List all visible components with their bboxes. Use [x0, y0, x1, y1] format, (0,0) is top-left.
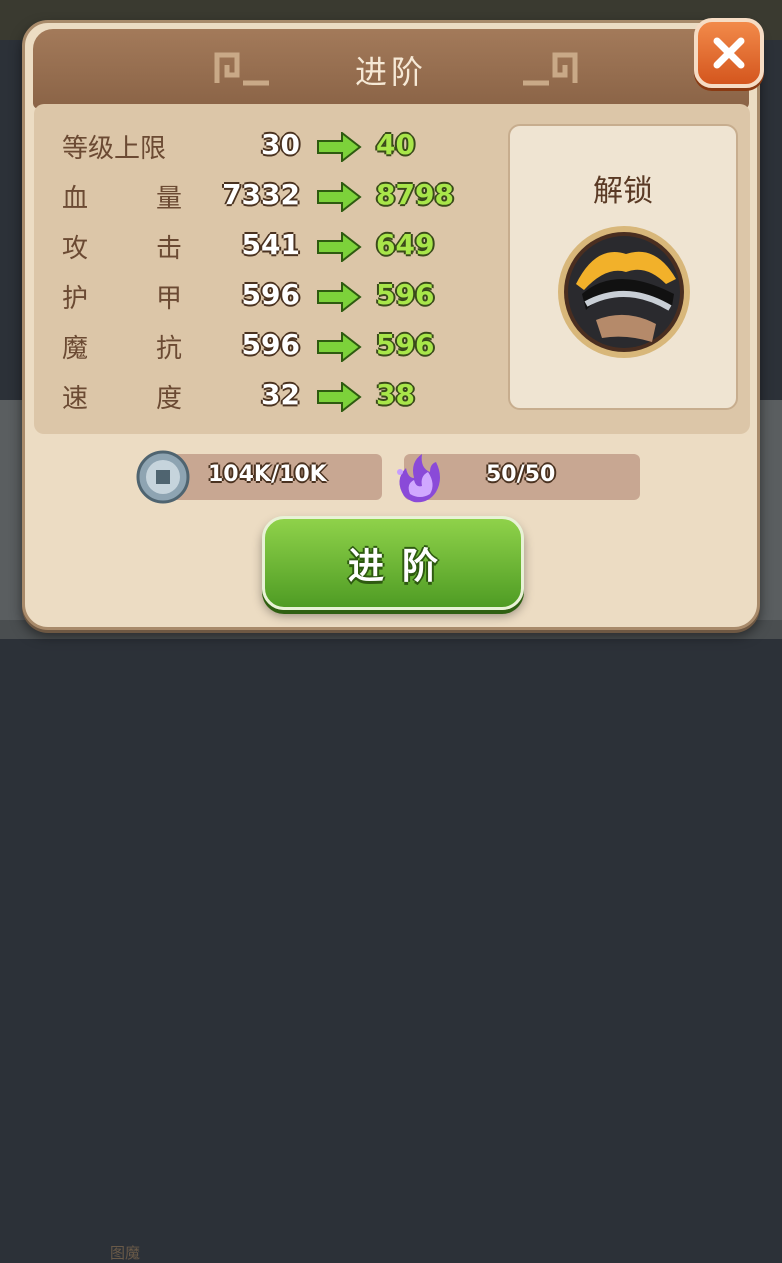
- stat-row: 血量 7332 8798: [34, 174, 484, 214]
- stat-label-text: 攻: [62, 234, 89, 264]
- stat-label: 魔抗: [62, 328, 182, 365]
- stat-row: 等级上限 30 40: [34, 124, 484, 164]
- stat-label-text: 抗: [155, 334, 182, 364]
- stat-label-text: 度: [155, 384, 182, 414]
- stat-label: 攻击: [62, 228, 182, 265]
- advance-button-label: 进阶: [347, 546, 456, 587]
- stat-row: 魔抗 596 596: [34, 324, 484, 364]
- stat-label-text: 血: [62, 184, 89, 214]
- stat-new-value: 596: [376, 278, 435, 311]
- background-hero-name: 图魔: [110, 1244, 141, 1262]
- stat-old-value: 596: [241, 278, 300, 311]
- coin-amount: 104K/10K: [208, 462, 327, 487]
- stat-new-value: 596: [376, 328, 435, 361]
- advance-button[interactable]: 进阶: [262, 516, 524, 610]
- arrow-right-icon: [317, 332, 362, 362]
- dialog-title-bar: 进阶: [33, 29, 749, 109]
- arrow-right-icon: [317, 282, 362, 312]
- stat-old-value: 541: [241, 228, 300, 261]
- stat-row: 攻击 541 649: [34, 224, 484, 264]
- stat-label: 血量: [62, 178, 182, 215]
- stat-row: 速度 32 38: [34, 374, 484, 414]
- stat-label: 护甲: [62, 278, 182, 315]
- stat-new-value: 38: [376, 378, 415, 411]
- stat-label-text: 击: [155, 234, 182, 264]
- arrow-right-icon: [317, 132, 362, 162]
- stat-old-value: 30: [261, 128, 300, 161]
- blade-skill-icon[interactable]: [556, 224, 692, 360]
- stat-new-value: 40: [376, 128, 415, 161]
- stat-new-value: 649: [376, 228, 435, 261]
- unlock-title: 解锁: [593, 174, 653, 209]
- stat-label: 速度: [62, 378, 182, 415]
- purple-flame-icon: [397, 454, 440, 503]
- dialog-title: 进阶: [354, 53, 427, 91]
- unlock-card: 解锁: [508, 124, 738, 410]
- stat-row: 护甲 596 596: [34, 274, 484, 314]
- stat-old-value: 32: [261, 378, 300, 411]
- stat-label: 等级上限: [62, 128, 182, 165]
- coin-icon: [136, 450, 190, 504]
- stat-old-value: 596: [241, 328, 300, 361]
- arrow-right-icon: [317, 232, 362, 262]
- close-x-icon: [713, 37, 745, 69]
- stat-new-value: 8798: [376, 178, 454, 211]
- stat-label-text: 量: [155, 184, 182, 214]
- stat-label-text: 魔: [62, 334, 89, 364]
- essence-amount: 50/50: [486, 462, 556, 487]
- arrow-right-icon: [317, 382, 362, 412]
- close-button[interactable]: [694, 18, 764, 88]
- stat-old-value: 7332: [222, 178, 300, 211]
- stat-label-text: 甲: [155, 284, 182, 314]
- stat-label-text: 护: [62, 284, 89, 314]
- stat-label-text: 等级上限: [62, 134, 167, 164]
- arrow-right-icon: [317, 182, 362, 212]
- stat-label-text: 速: [62, 384, 89, 414]
